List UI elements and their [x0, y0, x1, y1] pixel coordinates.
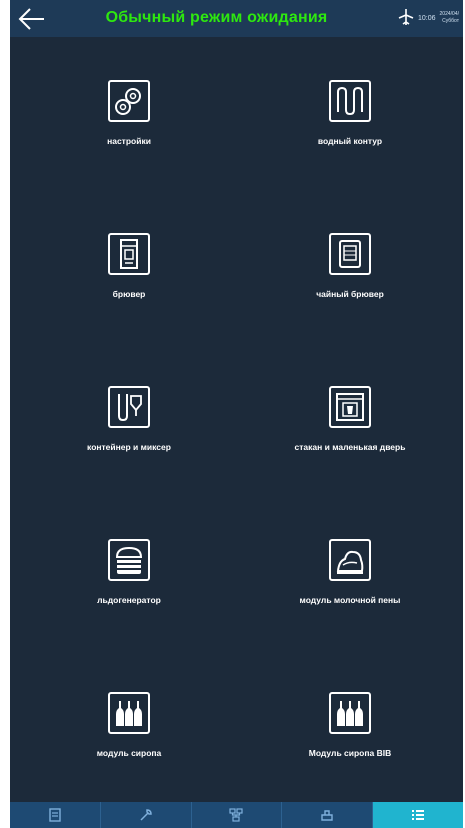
tab-menu-list[interactable] — [373, 802, 463, 828]
tab-dispenser[interactable] — [282, 802, 374, 828]
menu-item-label: льдогенератор — [97, 595, 161, 605]
dispenser-icon — [321, 810, 333, 821]
page-title: Обычный режим ожидания — [105, 9, 328, 26]
cup-door-icon — [329, 386, 371, 428]
menu-item-syrup-module[interactable]: модуль сиропа — [29, 692, 229, 802]
syrup-module-icon — [108, 692, 150, 734]
container-mixer-icon — [108, 386, 150, 428]
brewer-icon — [108, 233, 150, 275]
clock-date: 2024/04/ Суббот — [440, 11, 459, 25]
menu-item-ice-maker[interactable]: льдогенератор — [29, 539, 229, 649]
menu-item-milk-foam[interactable]: модуль молочной пены — [250, 539, 450, 649]
back-arrow-icon — [18, 8, 44, 30]
header-bar: Обычный режим ожидания 10:06 2024/04/ Су… — [10, 0, 463, 37]
list-icon — [412, 810, 425, 820]
ice-maker-icon — [108, 539, 150, 581]
network-icon — [229, 808, 244, 822]
tea-brewer-icon — [329, 233, 371, 275]
menu-item-settings[interactable]: настройки — [29, 80, 229, 190]
menu-item-label: модуль молочной пены — [299, 595, 401, 605]
tab-network[interactable] — [192, 802, 283, 828]
bottom-navigation — [10, 802, 463, 828]
milk-foam-icon — [329, 539, 371, 581]
clock-time: 10:06 — [418, 15, 436, 22]
menu-item-label: Модуль сиропа BIB — [308, 748, 392, 758]
airplane-mode-icon — [398, 9, 414, 25]
date-line-2: Суббот — [442, 18, 459, 24]
menu-item-label: брювер — [112, 289, 146, 299]
menu-item-label: контейнер и миксер — [87, 442, 171, 452]
menu-item-label: настройки — [107, 136, 151, 146]
tools-icon — [140, 809, 152, 821]
menu-item-label: стакан и маленькая дверь — [294, 442, 406, 452]
back-button[interactable] — [16, 4, 48, 34]
menu-item-water-circuit[interactable]: водный контур — [250, 80, 450, 190]
menu-item-tea-brewer[interactable]: чайный брювер — [250, 233, 450, 343]
status-area: 10:06 2024/04/ Суббот — [398, 8, 459, 30]
menu-grid: настройки водный контур брювер чайный бр… — [10, 37, 463, 802]
menu-item-label: водный контур — [317, 136, 383, 146]
menu-item-cup-door[interactable]: стакан и маленькая дверь — [250, 386, 450, 496]
menu-item-label: модуль сиропа — [96, 748, 162, 758]
screen: Обычный режим ожидания 10:06 2024/04/ Су… — [10, 0, 463, 828]
menu-item-brewer[interactable]: брювер — [29, 233, 229, 343]
document-icon — [49, 808, 61, 822]
date-line-1: 2024/04/ — [439, 11, 459, 17]
menu-item-label: чайный брювер — [316, 289, 384, 299]
menu-item-container-mixer[interactable]: контейнер и миксер — [29, 386, 229, 496]
syrup-bib-icon — [329, 692, 371, 734]
gears-icon — [108, 80, 150, 122]
menu-item-syrup-bib[interactable]: Модуль сиропа BIB — [250, 692, 450, 802]
tab-tools[interactable] — [101, 802, 192, 828]
water-circuit-icon — [329, 80, 371, 122]
tab-documents[interactable] — [10, 802, 101, 828]
